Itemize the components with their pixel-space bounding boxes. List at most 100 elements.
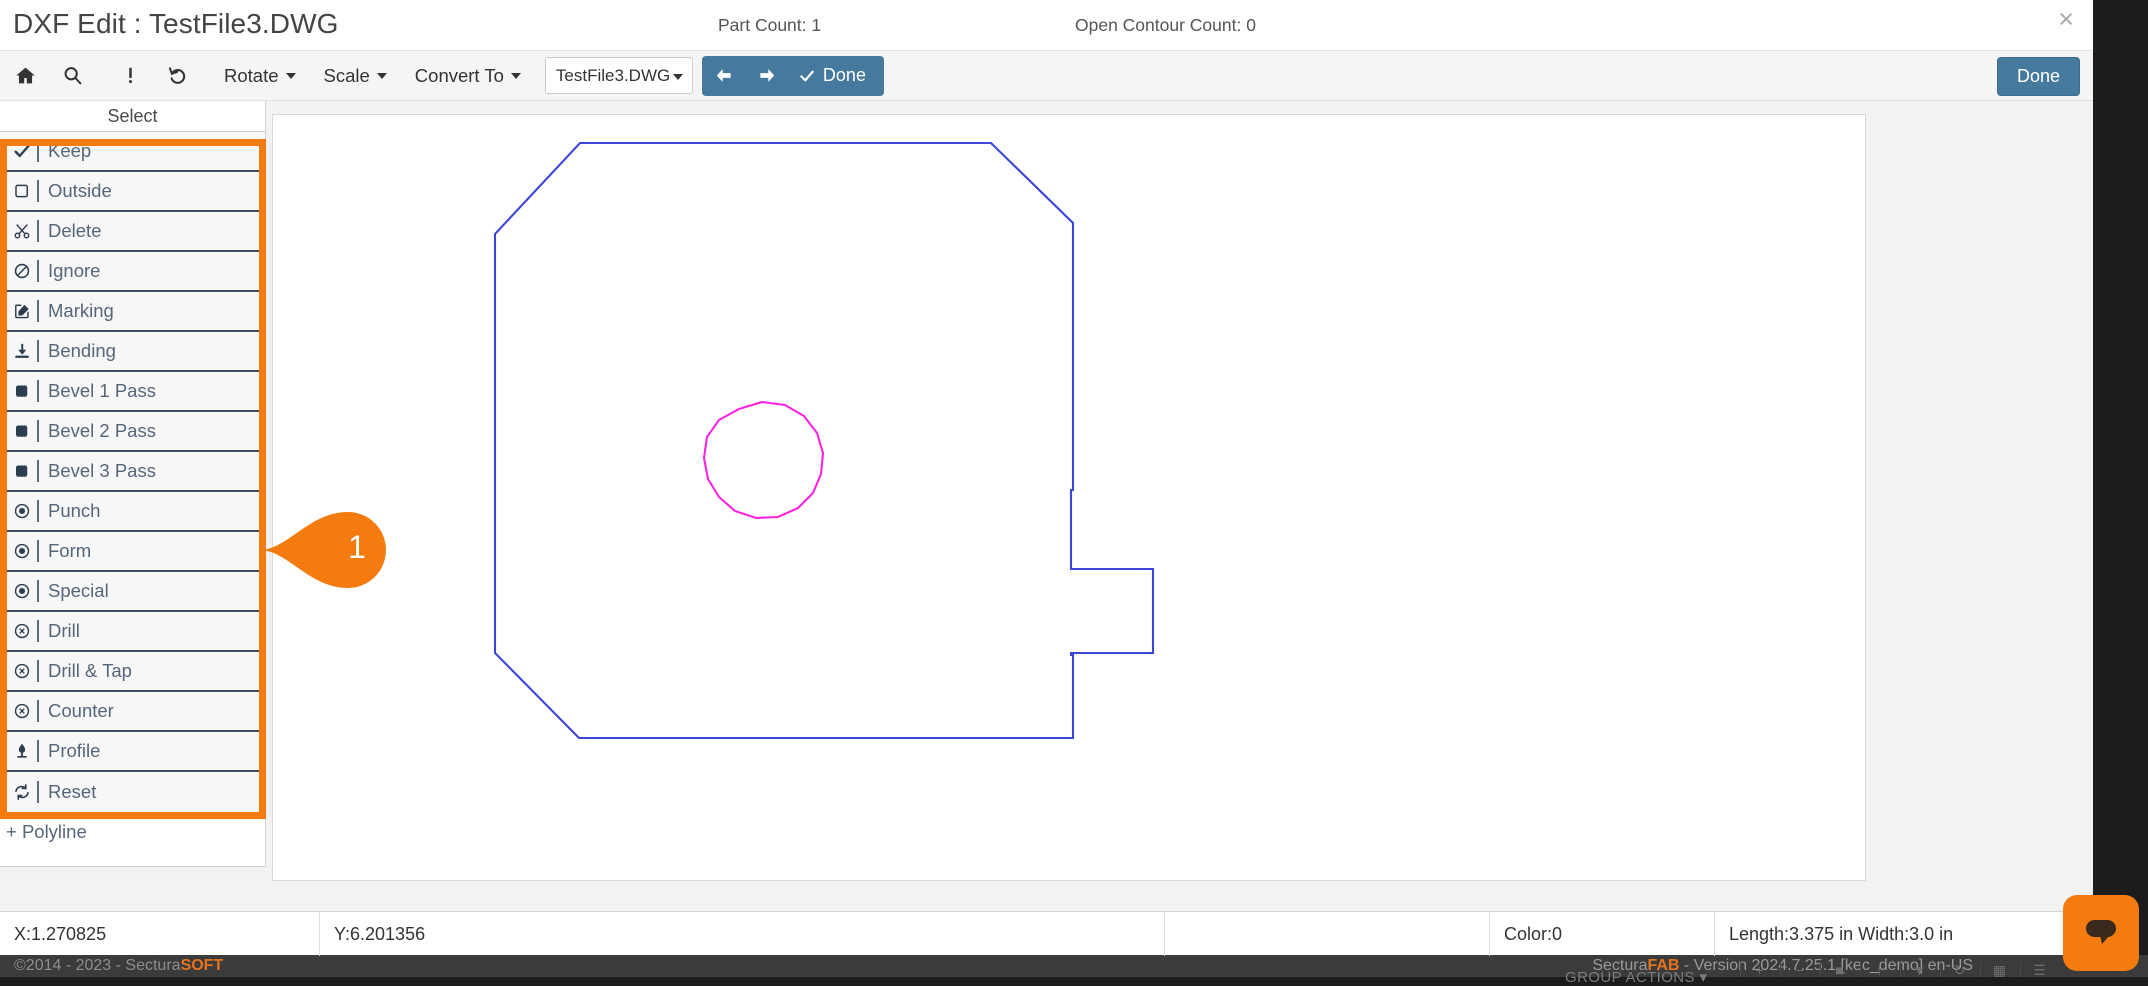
pencil-square-icon: [9, 302, 35, 320]
sidebar-item-counter[interactable]: Counter: [0, 692, 265, 732]
sidebar-item-marking[interactable]: Marking: [0, 292, 265, 332]
sidebar-item-divider: [37, 420, 39, 442]
add-icon[interactable]: +: [1740, 962, 1778, 977]
sidebar-item-divider: [37, 340, 39, 362]
sidebar-item-label: Bevel 1 Pass: [48, 380, 156, 402]
sidebar-item-label: Special: [48, 580, 109, 602]
sidebar-item-divider: [37, 700, 39, 722]
dot-circle-icon: [9, 502, 35, 520]
undo-icon[interactable]: [154, 54, 201, 98]
square-outline-icon: [9, 182, 35, 200]
sidebar-item-drill-tap[interactable]: Drill & Tap: [0, 652, 265, 692]
status-blank-cell: [1165, 912, 1490, 956]
copyright-text: ©2014 - 2023 - SecturaSOFT: [14, 955, 223, 977]
sidebar-item-punch[interactable]: Punch: [0, 492, 265, 532]
modal-right-gutter: [2093, 0, 2148, 955]
convert-to-menu-label: Convert To: [415, 65, 504, 87]
sidebar-item-divider: [37, 260, 39, 282]
sidebar-item-profile[interactable]: Profile: [0, 732, 265, 772]
sidebar-item-divider: [37, 220, 39, 242]
sidebar-item-bevel-1-pass[interactable]: Bevel 1 Pass: [0, 372, 265, 412]
sidebar-item-label: Delete: [48, 220, 101, 242]
sidebar-item-label: Profile: [48, 740, 100, 762]
copyright-brand: SOFT: [181, 957, 224, 974]
sidebar-item-reset[interactable]: Reset: [0, 772, 265, 812]
annotation-callout-1: 1: [262, 506, 402, 594]
add-polyline-button[interactable]: + Polyline: [0, 812, 265, 850]
toolbar-done-button[interactable]: Done: [790, 56, 884, 96]
sidebar-item-outside[interactable]: Outside: [0, 172, 265, 212]
grid-icon[interactable]: ▦: [1980, 962, 2018, 977]
stop-icon[interactable]: ■: [1820, 962, 1858, 977]
minus-icon[interactable]: −: [1780, 962, 1818, 977]
sidebar-item-divider: [37, 180, 39, 202]
check-icon: [798, 68, 816, 84]
chevron-down-icon: [673, 74, 683, 80]
status-bar: X:1.270825 Y:6.201356 Color:0 Length:3.3…: [0, 911, 2093, 955]
annotation-callout-number: 1: [334, 529, 380, 566]
sidebar-item-label: Counter: [48, 700, 114, 722]
arrow-right-icon[interactable]: [746, 56, 790, 96]
x-circle-icon: [9, 622, 35, 640]
dxf-drawing-canvas[interactable]: [272, 114, 1866, 881]
sidebar-item-label: Marking: [48, 300, 114, 322]
sidebar-item-ignore[interactable]: Ignore: [0, 252, 265, 292]
chat-bubble-icon[interactable]: [2063, 895, 2139, 971]
dxf-geometry: [273, 115, 1866, 881]
sidebar-item-label: Bevel 3 Pass: [48, 460, 156, 482]
up-arrow-icon[interactable]: ↑: [1860, 962, 1898, 977]
sidebar-item-special[interactable]: Special: [0, 572, 265, 612]
menu-icon[interactable]: ☰: [2020, 962, 2058, 977]
sidebar-item-label: Drill: [48, 620, 80, 642]
status-color: Color:0: [1490, 912, 1715, 956]
convert-to-menu[interactable]: Convert To: [401, 54, 535, 98]
sidebar-item-form[interactable]: Form: [0, 532, 265, 572]
chevron-down-icon: [286, 73, 296, 79]
sidebar-item-bevel-2-pass[interactable]: Bevel 2 Pass: [0, 412, 265, 452]
file-select-dropdown[interactable]: TestFile3.DWG: [545, 57, 693, 94]
sidebar-item-label: Bevel 2 Pass: [48, 420, 156, 442]
arrow-left-icon[interactable]: [702, 56, 746, 96]
refresh-icon[interactable]: ↻: [1940, 962, 1978, 977]
scale-menu[interactable]: Scale: [310, 54, 401, 98]
sidebar-item-keep[interactable]: Keep: [0, 132, 265, 172]
sidebar-item-divider: [37, 781, 39, 803]
scissors-icon: [9, 222, 35, 240]
primary-done-button[interactable]: Done: [1997, 57, 2080, 96]
operation-list: Keep Outside Delete Ignore Marking Bending Bev…: [0, 131, 265, 812]
exclamation-icon[interactable]: [107, 54, 154, 98]
sidebar-item-label: Keep: [48, 140, 91, 162]
sidebar-item-delete[interactable]: Delete: [0, 212, 265, 252]
group-actions-button[interactable]: GROUP ACTIONS ▾: [1565, 968, 1707, 986]
bottom-mini-toolbar[interactable]: + − ■ ↑ ▼ ↻ ▦ ☰: [1740, 962, 2058, 977]
close-icon[interactable]: ×: [2058, 6, 2074, 33]
sidebar-item-bending[interactable]: Bending: [0, 332, 265, 372]
chevron-down-icon: [377, 73, 387, 79]
toolbar-done-label: Done: [823, 65, 866, 86]
sidebar-item-divider: [37, 580, 39, 602]
dxf-edit-modal: DXF Edit : TestFile3.DWG Part Count: 1 O…: [0, 0, 2093, 955]
sidebar-item-divider: [37, 740, 39, 762]
toolbar-group-actions: [107, 54, 201, 98]
sidebar-item-drill[interactable]: Drill: [0, 612, 265, 652]
home-icon[interactable]: [2, 54, 49, 98]
download-icon: [9, 342, 35, 360]
sidebar-item-label: Outside: [48, 180, 112, 202]
navigation-done-group: Done: [702, 56, 884, 96]
sidebar-item-divider: [37, 500, 39, 522]
sidebar-item-label: Punch: [48, 500, 100, 522]
inner-contour-path: [704, 402, 823, 518]
filter-icon[interactable]: ▼: [1900, 962, 1938, 977]
sidebar-item-label: Form: [48, 540, 91, 562]
search-icon[interactable]: [49, 54, 96, 98]
copyright-prefix: ©2014 - 2023 - Sectura: [14, 957, 181, 974]
status-dimensions: Length:3.375 in Width:3.0 in: [1715, 912, 2093, 956]
x-circle-icon: [9, 702, 35, 720]
toolbar-group-navigation: [2, 54, 96, 98]
rotate-menu[interactable]: Rotate: [210, 54, 310, 98]
sidebar-header-label: Select: [0, 101, 265, 131]
status-x-coordinate: X:1.270825: [0, 912, 320, 956]
chevron-down-icon: [511, 73, 521, 79]
filled-square-icon: [9, 422, 35, 440]
sidebar-item-bevel-3-pass[interactable]: Bevel 3 Pass: [0, 452, 265, 492]
